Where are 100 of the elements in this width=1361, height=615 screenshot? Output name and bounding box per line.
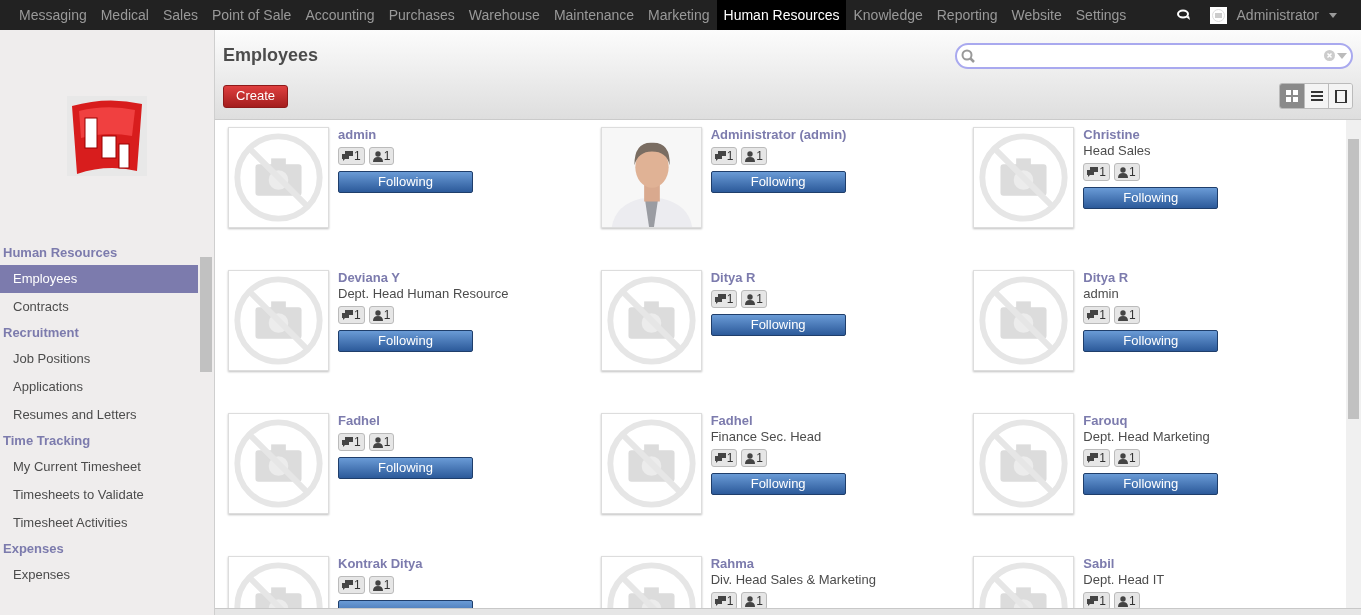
employee-name[interactable]: Fadhel [710,413,753,429]
user-menu[interactable]: Administrator [1236,4,1319,26]
menu-item[interactable]: Accounting [298,0,382,30]
employee-name[interactable]: Sabil [1083,556,1115,572]
view-button[interactable] [1328,84,1352,108]
messages-badge[interactable]: 1 [1083,306,1110,324]
followers-badge[interactable]: 1 [368,433,395,451]
job-title: admin [1083,286,1119,302]
followers-badge[interactable]: 1 [1114,592,1140,608]
section-header: Recruitment [2,324,80,343]
user-avatar-icon [1209,6,1227,24]
comments-icon [1087,167,1099,177]
menu-item[interactable]: Settings [1068,0,1134,30]
person-icon [745,452,756,464]
comments-icon [342,580,353,590]
followers-badge[interactable]: 1 [368,576,395,594]
sidebar-item[interactable]: Resumes and Letters [0,401,198,429]
scrollbar-thumb[interactable] [1348,139,1359,419]
followers-badge[interactable]: 1 [1114,449,1140,467]
messages-badge[interactable]: 1 [338,147,365,165]
menu-item[interactable]: Warehouse [461,0,547,30]
menu-item[interactable]: Sales [155,0,205,30]
grid-icon [1286,89,1298,103]
employee-name[interactable]: Fadhel [338,413,380,429]
scrollbar-thumb[interactable] [200,257,212,372]
followers-badge[interactable]: 1 [1114,163,1140,181]
messages-badge[interactable]: 1 [1083,592,1110,608]
following-button[interactable]: Following [1083,187,1219,209]
caret-icon[interactable] [1329,12,1337,18]
view-button[interactable] [1304,84,1328,108]
messages-badge[interactable]: 1 [710,592,738,608]
messages-badge[interactable]: 1 [710,290,738,308]
employee-name[interactable]: Farouq [1083,413,1128,429]
messages-badge[interactable]: 1 [338,306,365,324]
menu-item[interactable]: Messaging [12,0,94,30]
followers-badge[interactable]: 1 [368,306,395,324]
person-icon [745,595,756,607]
following-button[interactable]: Following [338,457,473,479]
employee-name[interactable]: Administrator (admin) [710,127,847,143]
menu-item[interactable]: Human Resources [716,0,847,30]
person-icon [1118,452,1128,464]
following-button[interactable]: Following [1083,473,1219,495]
person-icon [1118,166,1128,178]
employee-name[interactable]: Ditya R [1083,270,1129,286]
menu-item[interactable]: Purchases [381,0,462,30]
messages-badge[interactable]: 1 [338,433,365,451]
menu-item[interactable]: Maintenance [546,0,642,30]
messages-badge[interactable]: 1 [710,449,738,467]
employee-name[interactable]: Deviana Y [338,270,400,286]
followers-badge[interactable]: 1 [1114,306,1140,324]
person-icon [372,309,383,321]
sidebar-item[interactable]: My Current Timesheet [0,453,198,481]
chat-icon[interactable] [1176,8,1192,22]
job-title: Dept. Head IT [1083,572,1165,588]
no-photo-icon [228,127,329,228]
sidebar-item[interactable]: Timesheets to Validate [0,481,198,509]
person-icon [372,150,383,162]
sidebar-item[interactable]: Timesheet Activities [0,509,198,537]
messages-badge[interactable]: 1 [338,576,365,594]
menu-item[interactable]: Marketing [641,0,717,30]
person-icon [745,150,756,162]
following-button[interactable]: Following [710,473,846,495]
following-button[interactable]: Following [338,171,473,193]
horizontal-scrollbar[interactable] [215,608,1361,615]
messages-badge[interactable]: 1 [1083,163,1110,181]
employee-name[interactable]: Christine [1083,127,1140,143]
followers-badge[interactable]: 1 [741,449,768,467]
create-button[interactable]: Create [223,84,289,108]
followers-badge[interactable]: 1 [741,592,768,608]
following-button[interactable]: Following [338,330,473,352]
comments-icon [342,151,353,161]
employee-name[interactable]: Ditya R [710,270,756,286]
sidebar-item[interactable]: Contracts [0,293,198,321]
sidebar-item[interactable]: Employees [0,265,198,293]
menu-item[interactable]: Reporting [929,0,1005,30]
comments-icon [714,453,726,463]
section-header: Expenses [2,540,65,559]
following-button[interactable]: Following [710,171,846,193]
list-icon [1310,89,1323,103]
followers-badge[interactable]: 1 [741,147,768,165]
employee-name[interactable]: Kontrak Ditya [338,556,423,572]
sidebar-item[interactable]: Applications [0,373,198,401]
followers-badge[interactable]: 1 [741,290,768,308]
sidebar-item[interactable]: Job Positions [0,345,198,373]
following-button[interactable]: Following [710,314,846,336]
messages-badge[interactable]: 1 [1083,449,1110,467]
sidebar-item[interactable]: Expenses [0,561,198,589]
menu-item[interactable]: Website [1004,0,1069,30]
comments-icon [342,310,353,320]
menu-item[interactable]: Knowledge [846,0,930,30]
page-title: Employees [223,44,319,67]
employee-name[interactable]: admin [338,127,377,143]
followers-badge[interactable]: 1 [368,147,395,165]
person-icon [1118,595,1128,607]
comments-icon [1087,596,1099,606]
menu-item[interactable]: Medical [93,0,156,30]
menu-item[interactable]: Point of Sale [205,0,299,30]
employee-name[interactable]: Rahma [710,556,754,572]
following-button[interactable]: Following [1083,330,1219,352]
messages-badge[interactable]: 1 [710,147,738,165]
